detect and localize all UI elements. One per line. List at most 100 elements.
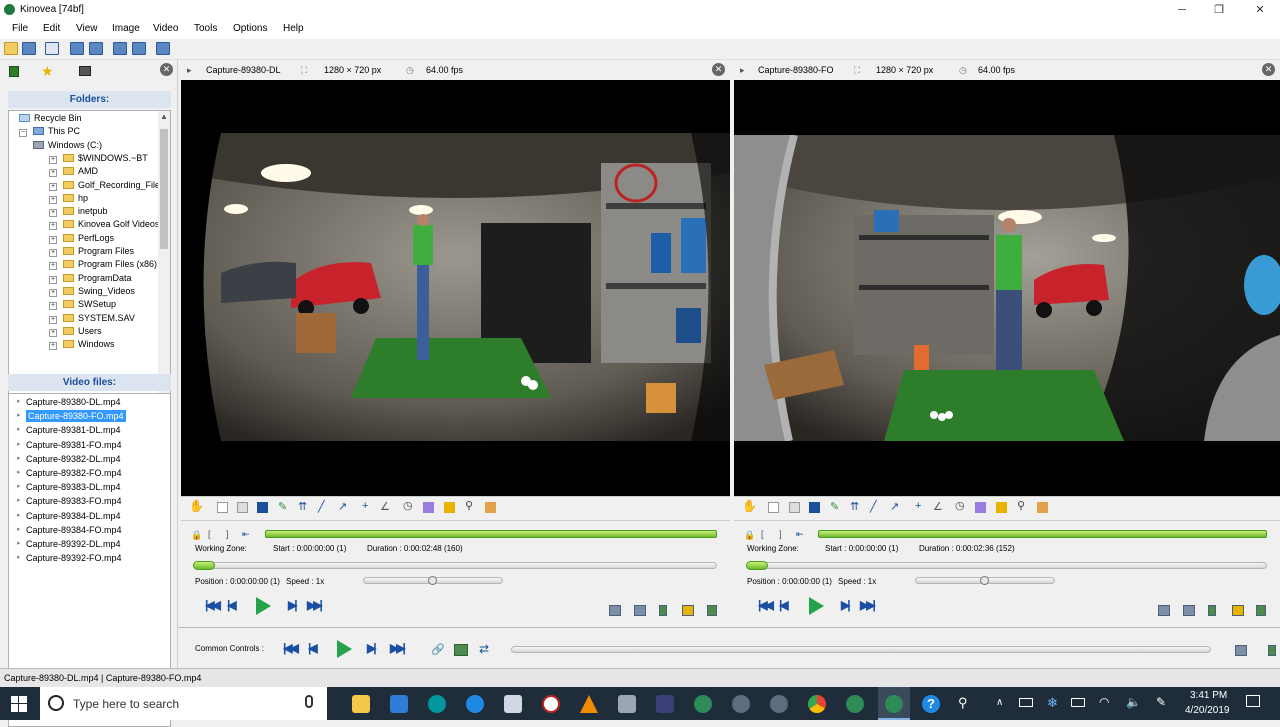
menu-options[interactable]: Options (233, 23, 267, 34)
comment-icon[interactable] (237, 502, 248, 513)
document-app-icon[interactable] (504, 695, 522, 713)
collapse-node-icon[interactable]: − (19, 129, 27, 138)
common-play-icon[interactable] (337, 640, 352, 658)
folder-tree-item[interactable]: + Golf_Recording_File (49, 179, 160, 192)
file-explorer-icon[interactable] (352, 695, 370, 713)
superpose-icon[interactable] (454, 644, 468, 656)
working-zone-bar[interactable] (818, 530, 1267, 538)
timeline-cursor[interactable] (193, 561, 215, 570)
swap-screens-icon[interactable] (156, 42, 170, 55)
next-frame-icon[interactable]: ▶| (841, 598, 850, 612)
zone-reset-icon[interactable]: ⇤ (242, 529, 250, 540)
posture-icon[interactable]: ⇈ (850, 500, 861, 513)
close-window-button[interactable]: ✕ (1240, 0, 1280, 20)
lock-icon[interactable]: 🔒 (744, 530, 755, 541)
common-save-icon[interactable] (1268, 645, 1276, 656)
zone-reset-icon[interactable]: ⇤ (796, 529, 804, 540)
taskbar-search-box[interactable]: Type here to search (40, 687, 327, 720)
folder-tree-item[interactable]: + hp (49, 192, 88, 205)
folder-tree-item[interactable]: + PerfLogs (49, 232, 114, 245)
zone-start-icon[interactable]: [ (761, 529, 764, 539)
folder-tree-item[interactable]: − This PC (19, 125, 80, 138)
vlc-icon[interactable] (580, 695, 598, 713)
notifications-icon[interactable] (1246, 695, 1260, 707)
common-previous-frame-icon[interactable]: |◀ (308, 641, 317, 655)
magnifier-icon[interactable] (444, 502, 455, 513)
expand-arrow-icon[interactable]: ▸ (17, 480, 21, 494)
common-next-frame-icon[interactable]: ▶| (367, 641, 376, 655)
active-app-highlight[interactable] (878, 687, 910, 720)
expand-arrow-icon[interactable]: ▸ (17, 523, 21, 537)
arrow-icon[interactable]: ↗ (890, 500, 901, 513)
video-file-item[interactable]: ▸ Capture-89383-DL.mp4 (9, 480, 172, 494)
play-icon[interactable] (809, 597, 824, 615)
label-icon[interactable] (257, 502, 268, 513)
chrome-icon[interactable] (808, 695, 826, 713)
cross-marker-icon[interactable]: + (362, 500, 373, 512)
expand-node-icon[interactable]: + (49, 262, 57, 271)
menu-view[interactable]: View (76, 23, 98, 34)
expand-node-icon[interactable]: + (49, 235, 57, 244)
timeline-track[interactable] (193, 562, 717, 569)
expand-node-icon[interactable]: + (49, 222, 57, 231)
film-strip-icon[interactable] (707, 605, 717, 616)
grid-icon[interactable] (423, 502, 434, 513)
expand-arrow-icon[interactable]: ▸ (17, 438, 21, 452)
zone-start-icon[interactable]: [ (208, 529, 211, 539)
menu-tools[interactable]: Tools (194, 23, 217, 34)
cross-marker-icon[interactable]: + (915, 500, 926, 512)
folder-tab-icon[interactable] (9, 66, 19, 77)
expand-node-icon[interactable]: + (49, 182, 57, 191)
video-frame-2[interactable] (734, 80, 1280, 496)
video-file-item[interactable]: ▸ Capture-89392-FO.mp4 (9, 551, 172, 565)
keyframe-icon[interactable] (768, 502, 779, 513)
camera-tab-icon[interactable] (79, 66, 91, 76)
capture-screen-icon[interactable] (113, 42, 127, 55)
speed-slider-knob[interactable] (980, 576, 989, 585)
expand-node-icon[interactable]: + (49, 155, 57, 164)
line-icon[interactable]: ╱ (318, 500, 329, 513)
zoom-icon[interactable]: ⚲ (465, 499, 476, 512)
expand-arrow-icon[interactable]: ▸ (17, 409, 21, 423)
close-screen-2-icon[interactable]: ✕ (1262, 63, 1275, 76)
folder-tree-item[interactable]: + SYSTEM.SAV (49, 312, 135, 325)
color-profile-icon[interactable] (1037, 502, 1048, 513)
dual-capture-icon[interactable] (132, 42, 146, 55)
zone-end-icon[interactable]: ] (779, 529, 782, 539)
microphone-icon[interactable] (305, 695, 313, 708)
expand-arrow-icon[interactable]: ▸ (17, 395, 21, 409)
expand-node-icon[interactable]: + (49, 209, 57, 218)
common-last-frame-icon[interactable]: ▶▶| (390, 641, 406, 655)
folder-tree-item[interactable]: + SWSetup (49, 298, 116, 311)
video-file-item[interactable]: ▸ Capture-89381-DL.mp4 (9, 423, 172, 437)
export-icon[interactable] (682, 605, 694, 616)
snapshot-icon[interactable] (1158, 605, 1170, 616)
tree-vertical-scrollbar[interactable]: ▲ ▼ (158, 111, 170, 403)
play-icon[interactable] (256, 597, 271, 615)
menu-video[interactable]: Video (153, 23, 178, 34)
expand-node-icon[interactable]: + (49, 249, 57, 257)
video-file-item[interactable]: ▸ Capture-89384-DL.mp4 (9, 509, 172, 523)
volume-icon[interactable]: 🔈 (1126, 695, 1141, 709)
favorites-tab-icon[interactable]: ★ (41, 63, 54, 80)
taskbar-time[interactable]: 3:41 PM (1190, 690, 1227, 701)
folder-tree-item[interactable]: + Users (49, 325, 102, 338)
app-icon-triangle-2[interactable] (770, 695, 788, 713)
common-first-frame-icon[interactable]: |◀◀ (283, 641, 299, 655)
previous-frame-icon[interactable]: |◀ (227, 598, 236, 612)
timeline-track[interactable] (746, 562, 1267, 569)
wifi-icon[interactable]: ◠ (1099, 695, 1109, 709)
color-profile-icon[interactable] (485, 502, 496, 513)
hand-tool-icon[interactable]: ✋ (189, 499, 204, 513)
pen-workspace-icon[interactable]: ✎ (1156, 695, 1166, 709)
file-browser-icon[interactable] (45, 42, 59, 55)
label-icon[interactable] (809, 502, 820, 513)
menu-file[interactable]: File (12, 23, 28, 34)
minimize-button[interactable]: ─ (1162, 0, 1202, 20)
maximize-button[interactable]: ❐ (1199, 0, 1239, 20)
sync-link-icon[interactable]: 🔗 (431, 643, 445, 656)
menu-image[interactable]: Image (112, 23, 140, 34)
expand-arrow-icon[interactable]: ▸ (17, 494, 21, 508)
expand-node-icon[interactable]: + (49, 315, 57, 324)
expand-arrow-icon[interactable]: ▸ (17, 423, 21, 437)
